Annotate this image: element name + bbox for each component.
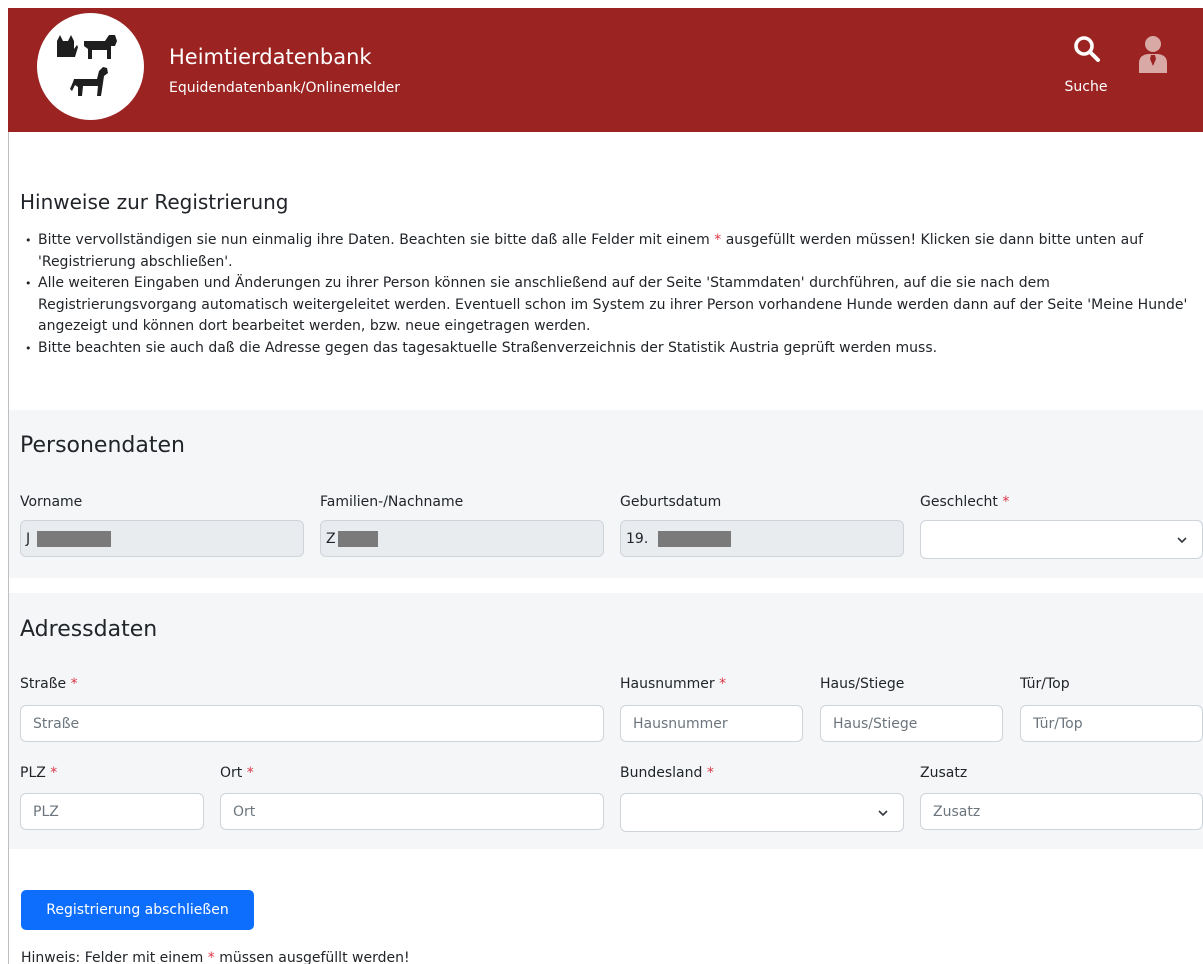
chevron-down-icon — [1177, 537, 1187, 544]
personendaten-section: Personendaten Vorname J Familien-/Nachna… — [9, 410, 1203, 578]
required-fields-note: Hinweis: Felder mit einem * müssen ausge… — [21, 950, 410, 964]
plz-input[interactable] — [20, 793, 204, 830]
pets-logo-icon — [57, 35, 117, 96]
cat-icon — [57, 35, 78, 57]
search-icon — [1074, 36, 1100, 62]
geburtsdatum-label: Geburtsdatum — [620, 494, 722, 510]
hausnummer-input[interactable] — [620, 705, 803, 742]
ort-input[interactable] — [220, 793, 604, 830]
app-title: Heimtierdatenbank — [169, 45, 372, 69]
nachname-field: Z — [320, 520, 604, 557]
hausstiege-label: Haus/Stiege — [820, 676, 905, 692]
strasse-label: Straße * — [20, 676, 78, 692]
section-title-adressdaten: Adressdaten — [20, 617, 158, 642]
hint-item: Bitte vervollständigen sie nun einmalig … — [25, 230, 1188, 273]
hausstiege-input[interactable] — [820, 705, 1003, 742]
strasse-input[interactable] — [20, 705, 604, 742]
bundesland-label: Bundesland * — [620, 765, 714, 781]
geschlecht-select[interactable] — [920, 520, 1203, 559]
required-marker: * — [706, 765, 714, 781]
adressdaten-section: Adressdaten Straße * Hausnummer * Haus/S… — [9, 593, 1203, 849]
vorname-field: J — [20, 520, 304, 557]
nachname-label: Familien-/Nachname — [320, 494, 464, 510]
geschlecht-label: Geschlecht * — [920, 494, 1010, 510]
horse-icon — [70, 67, 108, 96]
plz-label: PLZ * — [20, 765, 58, 781]
geburtsdatum-field: 19. — [620, 520, 904, 557]
hints-title: Hinweise zur Registrierung — [20, 190, 289, 214]
required-marker: * — [1002, 494, 1010, 510]
section-title-personendaten: Personendaten — [20, 433, 185, 458]
hint-item: Alle weiteren Eingaben und Änderungen zu… — [25, 273, 1188, 338]
user-button[interactable] — [1136, 33, 1170, 73]
hausnummer-label: Hausnummer * — [620, 676, 727, 692]
app-subtitle: Equidendatenbank/Onlinemelder — [169, 80, 401, 96]
vorname-label: Vorname — [20, 494, 83, 510]
zusatz-label: Zusatz — [920, 765, 968, 781]
redaction-bar — [658, 531, 731, 547]
registrierung-abschliessen-button[interactable]: Registrierung abschließen — [21, 890, 254, 930]
ort-label: Ort * — [220, 765, 254, 781]
logo[interactable] — [37, 13, 144, 120]
hint-item: Bitte beachten sie auch daß die Adresse … — [25, 338, 1188, 360]
tuertop-label: Tür/Top — [1020, 676, 1070, 692]
bundesland-select[interactable] — [620, 793, 904, 832]
app-header: Heimtierdatenbank Equidendatenbank/Onlin… — [8, 8, 1203, 132]
user-icon — [1139, 36, 1167, 73]
required-marker: * — [207, 950, 215, 964]
search-label: Suche — [1064, 79, 1108, 95]
required-marker: * — [246, 765, 254, 781]
required-marker: * — [70, 676, 78, 692]
zusatz-input[interactable] — [920, 793, 1203, 830]
required-marker: * — [50, 765, 58, 781]
search-button[interactable]: Suche — [1054, 33, 1118, 99]
tuertop-input[interactable] — [1020, 705, 1203, 742]
redaction-bar — [338, 531, 378, 547]
redaction-bar — [37, 531, 111, 547]
dog-icon — [84, 35, 117, 59]
hints-list: Bitte vervollständigen sie nun einmalig … — [25, 230, 1188, 360]
required-marker: * — [719, 676, 727, 692]
chevron-down-icon — [878, 810, 888, 817]
